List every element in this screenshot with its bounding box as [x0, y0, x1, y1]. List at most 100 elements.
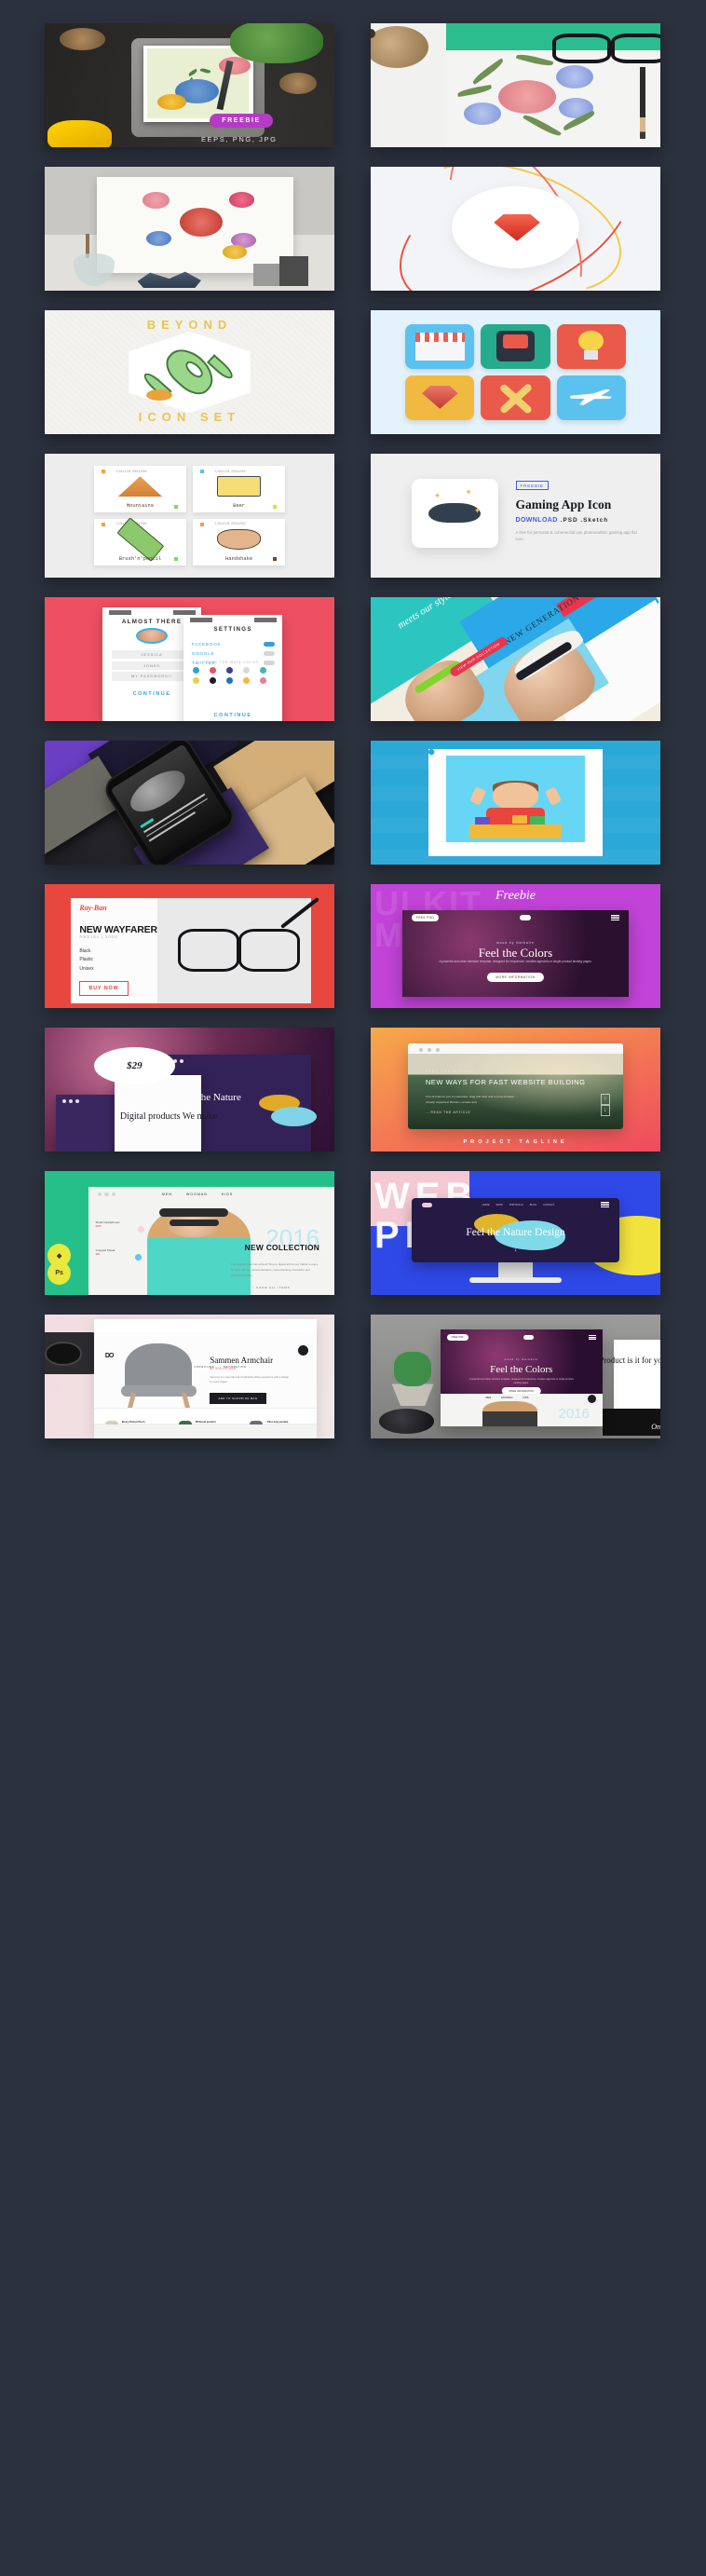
card-beyond-icon-set[interactable]: BEYOND ICON SET	[45, 310, 334, 434]
nav-item-men[interactable]: MEN	[162, 1193, 172, 1196]
browser-window[interactable]: FREE PSD mood by Nathalie Feel the Color…	[440, 1329, 603, 1426]
card-new-collection-green[interactable]: MEN WOOMAN KIDS 2016 Modul Headphones $2…	[45, 1171, 334, 1295]
lightbulb-icon[interactable]	[556, 323, 626, 369]
spec-card-beer[interactable]: 128x128 256x256 Beer	[193, 466, 286, 512]
card-feel-the-colors-scene[interactable]: Product is it for you On FREE PSD mood b…	[371, 1315, 660, 1438]
gem-icon[interactable]	[405, 375, 475, 421]
read-more-link[interactable]: → READ THE ARTICLE	[426, 1111, 471, 1114]
hamburger-icon[interactable]	[601, 1202, 610, 1208]
status-bar	[108, 610, 196, 616]
card-freebie-feel-the-colors[interactable]: UI KIT MOCKUPS Freebie FREE PSD mood by …	[371, 884, 660, 1008]
card-watercolor-freebie[interactable]: FREEBIE EEPS, PNG, JPG	[45, 23, 334, 147]
nav-item-shop[interactable]: SHOP	[496, 1204, 502, 1206]
nav-item-kids[interactable]: KIDS	[222, 1193, 233, 1196]
password-field[interactable]: MY PASSWORD!!	[111, 672, 193, 681]
card-fashion-collage[interactable]: meets our style NEW GENERATION VIEW OUR …	[371, 597, 660, 721]
nav-item-kids[interactable]: KIDS	[523, 1397, 528, 1399]
freebie-badge[interactable]: FREEBIE	[210, 114, 273, 129]
card-ruby-sketch-icon[interactable]: ✦ ✦ ✦	[371, 167, 660, 291]
hero-description: A powerful and clean interface template,…	[439, 959, 592, 963]
nav-item-men[interactable]: MEN	[485, 1397, 491, 1399]
field-value: JESSICA	[141, 652, 163, 658]
hotspot-dot[interactable]	[137, 1225, 144, 1233]
status-dot	[101, 470, 105, 474]
logo-icon	[421, 1203, 432, 1208]
site-nav[interactable]: HOME SHOP PORTFOLIO BLOG CONTACT	[482, 1204, 555, 1206]
nav-item-home[interactable]: HOME	[482, 1204, 490, 1206]
airplane-icon[interactable]	[556, 375, 626, 421]
scroll-hint[interactable]: ↓ SHOW ALL ITEMS	[252, 1286, 290, 1289]
card-gaming-app-icon[interactable]: ✦ ✦ ✦ FREEBIE Gaming App Icon DOWNLOAD .P…	[371, 454, 660, 578]
name-field[interactable]: JESSICA	[111, 650, 193, 660]
card-stamp-illustration[interactable]	[371, 741, 660, 865]
browser-window[interactable]: DO FURNITURE DECORATION Sammen Armchair …	[93, 1319, 318, 1438]
card-feel-the-nature-design[interactable]: WEB PROJECT HOME SHOP PORTFOLIO BLOG CON…	[371, 1171, 660, 1295]
social-toggle-list: FACEBOOK GOOGLE TWITTER	[192, 641, 275, 670]
plant-leaves	[230, 23, 323, 63]
hotspot-sweat[interactable]: Cropped Sweat $60	[96, 1248, 115, 1256]
card-flat-icon-tiles[interactable]	[371, 310, 660, 434]
browser-window[interactable]: FREE PSD mood by Nathalie Feel the Color…	[402, 909, 629, 998]
card-canvas-florals[interactable]	[45, 167, 334, 291]
shop-nav[interactable]: MEN WOOMAN KIDS	[162, 1193, 233, 1196]
monitor-screen[interactable]: HOME SHOP PORTFOLIO BLOG CONTACT Feel th…	[411, 1198, 620, 1263]
video-camera-icon[interactable]	[481, 323, 550, 369]
browser-window[interactable]: FEEL THE NATURE NEW WAYS FOR FAST WEBSIT…	[408, 1043, 623, 1130]
cart-icon[interactable]	[297, 1345, 308, 1356]
card-rayban-product[interactable]: Ray-Ban NEW WAYFARER RB5184 | 2000 Black…	[45, 884, 334, 1008]
download-link[interactable]: DOWNLOAD .PSD .Sketch	[516, 517, 646, 524]
nav-item-portfolio[interactable]: PORTFOLIO	[509, 1204, 523, 1206]
toggle-row[interactable]: GOOGLE	[192, 650, 275, 656]
camera-lens	[45, 1342, 83, 1366]
hamburger-icon[interactable]	[588, 1334, 596, 1341]
bandage-icon[interactable]	[481, 375, 550, 421]
card-floral-wreath-desk[interactable]	[371, 23, 660, 147]
browser-window[interactable]: MEN WOOMAN KIDS 2016 Modul Headphones $2…	[88, 1187, 334, 1295]
hotspot-headphones[interactable]: Modul Headphones $225	[96, 1220, 120, 1228]
hamburger-icon[interactable]	[611, 914, 620, 920]
hotspot-dot[interactable]	[134, 1254, 142, 1261]
toggle-switch[interactable]	[263, 641, 275, 647]
freebie-badge[interactable]: FREEBIE	[515, 481, 549, 491]
spec-card-mountains[interactable]: 128x128 256x256 Mountains	[93, 466, 186, 512]
card-icon-spec-sheet[interactable]: 128x128 256x256 Mountains 128x128 256x25…	[45, 454, 334, 578]
buy-now-button[interactable]: BUY NOW	[79, 980, 129, 996]
card-phone-dark-mockup[interactable]	[45, 741, 334, 865]
card-nature-website-builder[interactable]: FEEL THE NATURE NEW WAYS FOR FAST WEBSIT…	[371, 1028, 660, 1152]
continue-button[interactable]: CONTINUE	[183, 713, 282, 718]
window-dots	[98, 1193, 115, 1197]
more-information-button[interactable]: MORE INFORMATION	[487, 972, 544, 982]
free-psd-pill[interactable]: FREE PSD	[411, 913, 440, 921]
brand-logo[interactable]: DO	[105, 1353, 114, 1359]
add-to-bag-button[interactable]: ADD TO SHOPPING BAG	[210, 1393, 266, 1405]
dark-cylinder	[278, 255, 309, 286]
file-formats-label: EEPS, PNG, JPG	[200, 134, 278, 143]
phone-screen-settings[interactable]: SETTINGS FACEBOOK GOOGLE TWITTER PICK TH…	[183, 614, 282, 721]
scroll-down-arrow[interactable]: ↓	[412, 1247, 620, 1253]
card-sammen-armchair-shop[interactable]: DO FURNITURE DECORATION Sammen Armchair …	[45, 1315, 334, 1438]
cart-icon[interactable]	[587, 1395, 596, 1404]
surname-field[interactable]: JONES	[111, 661, 193, 670]
shop-icon[interactable]	[405, 323, 475, 369]
photoshop-badge[interactable]: Ps	[48, 1261, 72, 1286]
arrow-up-button[interactable]: ↑	[600, 1093, 610, 1105]
nav-item-wooman[interactable]: WOOMAN	[501, 1397, 512, 1399]
color-swatches[interactable]	[192, 666, 274, 684]
gaming-icon-copy: FREEBIE Gaming App Icon DOWNLOAD .PSD .Sk…	[515, 475, 646, 543]
toggle-row[interactable]: FACEBOOK	[192, 641, 275, 647]
hero-description: A powerful and clean interface template,…	[468, 1377, 574, 1385]
avatar[interactable]	[136, 627, 168, 644]
eyebrow-text: mood by Nathalie	[496, 940, 535, 945]
spec-card-handshake[interactable]: 128x128 256x256 Handshake	[193, 519, 286, 566]
spec-card-brush-pencil[interactable]: 128x128 256x256 Brush'n'pencil	[93, 517, 186, 566]
toggle-switch[interactable]	[263, 650, 275, 656]
nav-item-wooman[interactable]: WOOMAN	[186, 1193, 208, 1196]
shop-nav[interactable]: MEN WOOMAN KIDS	[485, 1397, 528, 1399]
nav-item-contact[interactable]: CONTACT	[543, 1204, 554, 1206]
pinecone-icon	[278, 73, 318, 94]
nav-item-blog[interactable]: BLOG	[530, 1204, 536, 1206]
arrow-down-button[interactable]: ↓	[600, 1105, 610, 1117]
card-dark-ui-kit-collage[interactable]: PAGE Feel the Nature Digital products We…	[45, 1028, 334, 1152]
free-psd-pill[interactable]: FREE PSD	[446, 1334, 468, 1342]
card-mobile-onboarding[interactable]: ALMOST THERE JESSICA JONES MY PASSWORD!!…	[45, 597, 334, 721]
